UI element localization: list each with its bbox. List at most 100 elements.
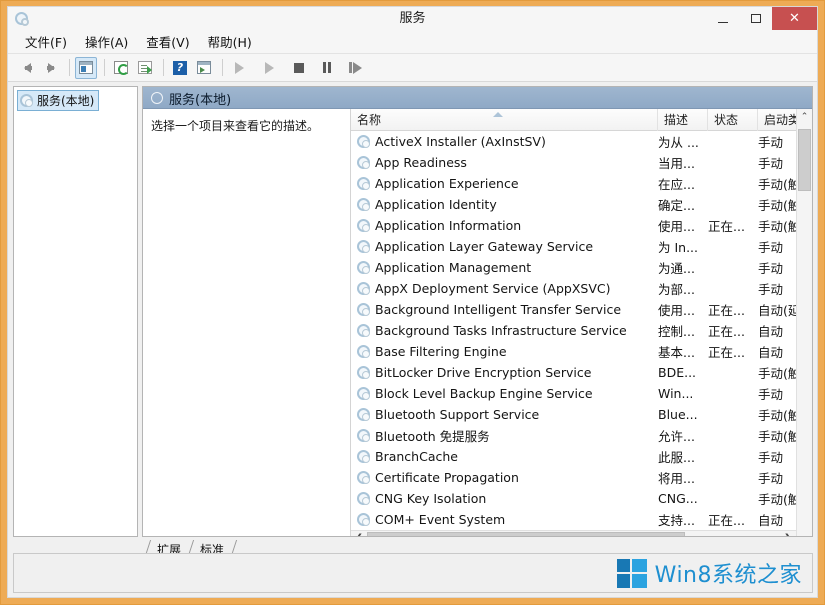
cell-name: BranchCache [351,449,658,464]
forward-button[interactable] [40,57,62,79]
vertical-scroll-track[interactable] [797,125,812,530]
menu-help[interactable]: 帮助(H) [199,30,261,53]
watermark-text: Win8系统之家 [654,563,802,588]
cell-description: 使用... [658,303,695,318]
restart-service-button[interactable] [344,57,366,79]
menu-action[interactable]: 操作(A) [76,30,137,53]
service-gear-icon [357,282,370,295]
panes: 服务(本地) 服务(本地) 选择一个项目来查看它的描述。 名称 描述 状态 启动… [13,86,813,537]
cell-startup-type: 手动 [758,471,784,486]
cell-status: 正在... [708,324,745,339]
table-row[interactable]: Application Identity 确定... 手动(触 [351,194,796,215]
cell-startup-type: 手动 [758,450,784,465]
cell-description: CNG... [658,491,698,506]
cell-description: Win... [658,386,694,401]
window-controls: ✕ [706,7,817,30]
service-name-label: Bluetooth Support Service [375,407,540,422]
table-row[interactable]: COM+ Event System 支持... 正在... 自动 [351,509,796,530]
service-name-label: Block Level Backup Engine Service [375,386,593,401]
cell-name: Background Intelligent Transfer Service [351,302,658,317]
description-column: 服务(本地) 选择一个项目来查看它的描述。 [143,92,350,536]
horizontal-scroll-track[interactable] [367,531,780,536]
service-name-label: Application Experience [375,176,519,191]
description-text: 选择一个项目来查看它的描述。 [151,119,320,133]
table-row[interactable]: Certificate Propagation 将用... 手动 [351,467,796,488]
table-row[interactable]: Application Information 使用... 正在... 手动(触 [351,215,796,236]
minimize-button[interactable] [706,7,739,30]
cell-startup-type: 手动 [758,240,784,255]
column-header-name[interactable]: 名称 [351,108,658,131]
table-row[interactable]: Background Tasks Infrastructure Service 控… [351,320,796,341]
cell-description: 为 In... [658,240,699,255]
service-gear-icon [357,450,370,463]
back-button[interactable] [16,57,38,79]
cell-startup-type: 手动 [758,135,784,150]
close-button[interactable]: ✕ [772,7,817,30]
service-gear-icon [357,177,370,190]
cell-description: 控制... [658,324,695,339]
start-service-button[interactable] [228,57,250,79]
table-row[interactable]: Background Intelligent Transfer Service 使… [351,299,796,320]
table-row[interactable]: Bluetooth 免提服务 允许... 手动(触 [351,425,796,446]
table-row[interactable]: Application Experience 在应... 手动(触 [351,173,796,194]
cell-name: Application Identity [351,197,658,212]
menu-file[interactable]: 文件(F) [16,30,76,53]
description-header-title: 服务(本地) [169,92,232,108]
table-row[interactable]: ActiveX Installer (AxInstSV) 为从 ... 手动 [351,131,796,152]
scroll-down-button[interactable]: ⌄ [797,530,812,536]
horizontal-scroll-thumb[interactable] [367,532,685,536]
table-row[interactable]: BranchCache 此服... 手动 [351,446,796,467]
vertical-scroll-thumb[interactable] [798,129,811,191]
service-name-label: BitLocker Drive Encryption Service [375,365,592,380]
cell-description: 当用... [658,156,695,171]
table-row[interactable]: Block Level Backup Engine Service Win... 手… [351,383,796,404]
sidebar-item-services-local[interactable]: 服务(本地) [17,90,100,111]
properties-button[interactable] [193,57,215,79]
resume-service-button[interactable] [258,57,280,79]
show-hide-tree-button[interactable] [75,56,97,79]
maximize-button[interactable] [739,7,772,30]
cell-name: Application Experience [351,176,658,191]
services-gear-icon [14,11,31,28]
refresh-button[interactable] [110,57,132,79]
cell-startup-type: 自动 [758,345,784,360]
stop-service-button[interactable] [288,57,310,79]
service-gear-icon [357,513,370,526]
column-header-status[interactable]: 状态 [708,108,758,131]
help-button[interactable]: ? [169,57,191,79]
service-gear-icon [357,156,370,169]
content-area: 服务(本地) 服务(本地) 选择一个项目来查看它的描述。 名称 描述 状态 启动… [8,83,817,597]
horizontal-scrollbar[interactable]: ❮ ❯ [351,530,796,536]
service-gear-icon [357,324,370,337]
scroll-right-button[interactable]: ❯ [780,531,796,536]
table-row[interactable]: Bluetooth Support Service Blue... 手动(触 [351,404,796,425]
cell-name: Application Information [351,218,658,233]
scroll-up-button[interactable]: ⌃ [797,109,812,125]
vertical-scrollbar[interactable]: ⌃ ⌄ [796,109,812,536]
cell-startup-type: 手动(触 [758,177,796,192]
cell-description: Blue... [658,407,698,422]
column-header-description[interactable]: 描述 [658,108,708,131]
table-row[interactable]: App Readiness 当用... 手动 [351,152,796,173]
table-row[interactable]: Application Layer Gateway Service 为 In...… [351,236,796,257]
service-name-label: Certificate Propagation [375,470,519,485]
service-name-label: Bluetooth 免提服务 [375,429,490,444]
scroll-left-button[interactable]: ❮ [351,531,367,536]
cell-description: 为从 ... [658,135,699,150]
window-inner: 服务 ✕ 文件(F) 操作(A) 查看(V) 帮助(H) ? 服务(本地) 服务… [7,6,818,598]
pause-service-button[interactable] [316,57,338,79]
toolbar-separator [222,59,223,76]
table-row[interactable]: BitLocker Drive Encryption Service BDE...… [351,362,796,383]
column-header-name-label: 名称 [357,112,382,127]
service-gear-icon [357,261,370,274]
service-rows[interactable]: ActiveX Installer (AxInstSV) 为从 ... 手动 App … [351,131,796,530]
menu-view[interactable]: 查看(V) [137,30,198,53]
export-list-button[interactable] [134,57,156,79]
table-row[interactable]: CNG Key Isolation CNG... 手动(触 [351,488,796,509]
table-row[interactable]: AppX Deployment Service (AppXSVC) 为部... 手动 [351,278,796,299]
service-gear-icon [357,387,370,400]
table-row[interactable]: Application Management 为通... 手动 [351,257,796,278]
table-row[interactable]: Base Filtering Engine 基本... 正在... 自动 [351,341,796,362]
cell-name: App Readiness [351,155,658,170]
service-name-label: Application Identity [375,197,497,212]
